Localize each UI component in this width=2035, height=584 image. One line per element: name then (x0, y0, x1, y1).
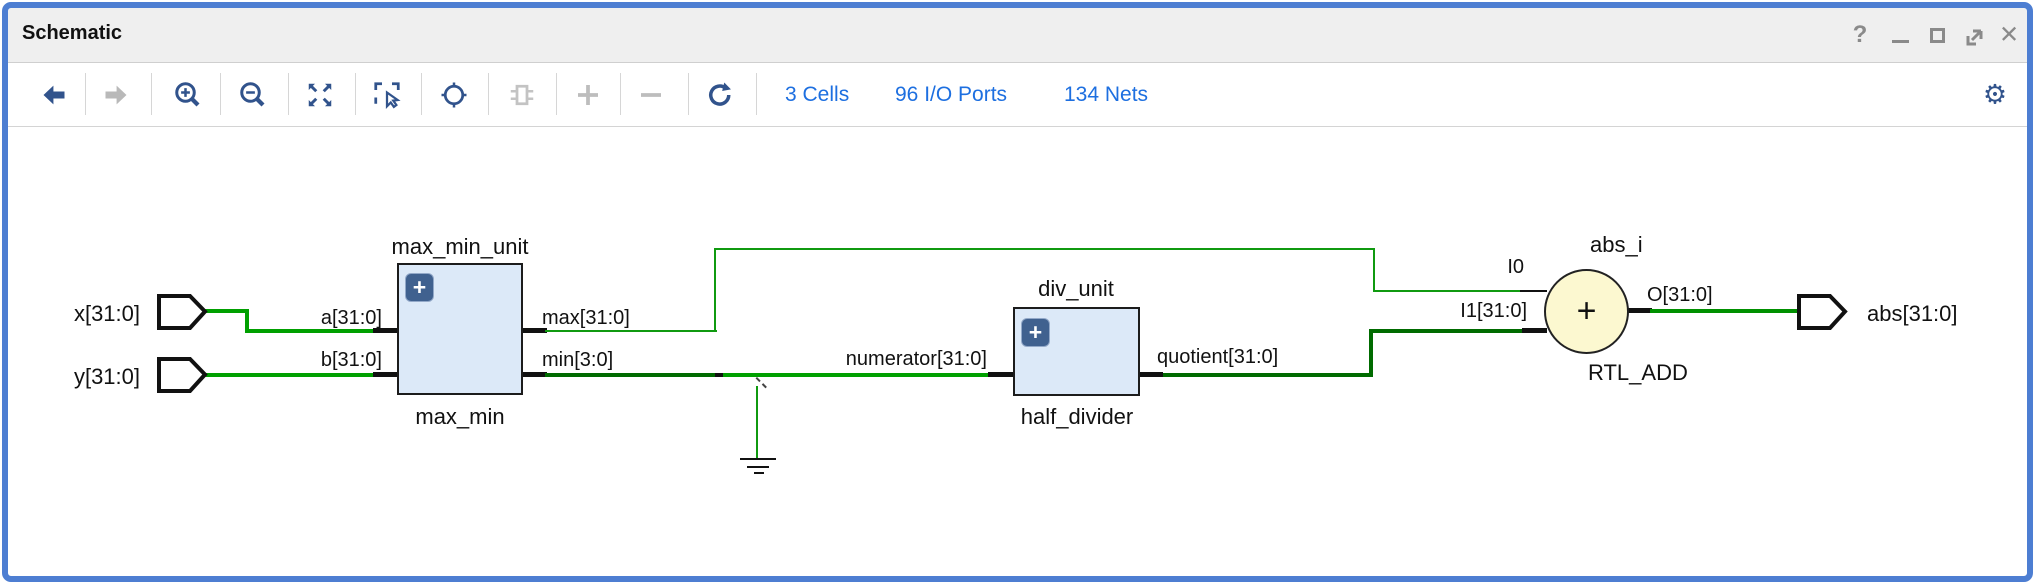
settings-gear-icon[interactable]: ⚙ (1983, 81, 2007, 108)
net-max-to-i0[interactable] (1373, 290, 1521, 292)
pin-label-numerator: numerator[31:0] (815, 348, 987, 371)
net-max-to-i0[interactable] (714, 248, 1375, 250)
input-port-y[interactable] (157, 357, 208, 393)
window-title: Schematic (22, 22, 122, 45)
toolbar-separator (85, 73, 86, 115)
input-port-x[interactable] (157, 294, 208, 330)
ground-icon (740, 458, 776, 460)
pin-label-i1: I1[31:0] (1427, 300, 1527, 323)
net-quotient-to-i1[interactable] (1369, 329, 1373, 377)
zoom-fit-icon[interactable] (303, 78, 337, 112)
toolbar-separator (556, 73, 557, 115)
toolbar-separator (151, 73, 152, 115)
net-y-to-b[interactable] (203, 373, 375, 377)
net-max-to-i0[interactable] (545, 330, 717, 332)
close-icon[interactable]: ✕ (1999, 21, 2019, 50)
nets-link[interactable]: 134 Nets (1064, 83, 1148, 107)
toolbar-separator (688, 73, 689, 115)
net-quotient-to-i1[interactable] (1369, 329, 1522, 333)
net-x-to-a[interactable] (203, 309, 249, 313)
add-to-schematic-icon[interactable] (571, 78, 605, 112)
toolbar-separator (220, 73, 221, 115)
pin-label-a: a[31:0] (282, 307, 382, 330)
net-quotient-to-i1[interactable] (1163, 373, 1373, 377)
pin-label-min: min[3:0] (542, 349, 613, 372)
forward-icon[interactable] (99, 78, 133, 112)
remove-from-schematic-icon[interactable] (634, 78, 668, 112)
zoom-in-icon[interactable] (171, 78, 205, 112)
io-ports-link[interactable]: 96 I/O Ports (895, 83, 1007, 107)
title-bar: Schematic ? ✕ (8, 8, 2027, 63)
zoom-out-icon[interactable] (236, 78, 270, 112)
cell-instance-label: abs_i (1590, 232, 1643, 258)
net-o-to-abs[interactable] (1650, 309, 1798, 313)
toolbar-separator (288, 73, 289, 115)
block-instance-label: half_divider (957, 404, 1197, 430)
ground-icon (747, 466, 769, 468)
autofit-selection-icon[interactable] (437, 78, 471, 112)
toolbar-separator (355, 73, 356, 115)
pin-stub-i1[interactable] (1522, 328, 1547, 333)
toolbar: 3 Cells 96 I/O Ports 134 Nets ⚙ (8, 63, 2027, 127)
pin-label-i0: I0 (1460, 256, 1524, 279)
back-icon[interactable] (37, 78, 71, 112)
zoom-selection-icon[interactable] (370, 78, 404, 112)
toolbar-separator (488, 73, 489, 115)
toolbar-separator (756, 73, 757, 115)
expand-cone-icon[interactable] (505, 78, 539, 112)
pin-label-b: b[31:0] (282, 349, 382, 372)
schematic-window: Schematic ? ✕ (0, 0, 2035, 584)
pin-label-o: O[31:0] (1647, 284, 1713, 307)
pin-stub-o[interactable] (1628, 308, 1652, 313)
pin-label-max: max[31:0] (542, 307, 630, 330)
port-label-x: x[31:0] (40, 301, 140, 327)
net-ground[interactable] (756, 386, 758, 460)
net-max-to-i0[interactable] (714, 249, 716, 332)
block-type-label: div_unit (956, 276, 1196, 302)
cell-rtl-add[interactable]: + (1544, 269, 1629, 354)
port-label-abs: abs[31:0] (1867, 301, 1958, 327)
port-label-y: y[31:0] (40, 364, 140, 390)
net-min-to-numerator[interactable] (723, 373, 990, 377)
block-instance-label: max_min (340, 404, 580, 430)
adder-operator: + (1577, 292, 1597, 331)
pin-stub-i0[interactable] (1520, 290, 1547, 292)
block-type-label: max_min_unit (340, 234, 580, 260)
expand-block-button[interactable]: + (405, 273, 434, 302)
cell-type-label: RTL_ADD (1588, 360, 1688, 386)
maximize-icon[interactable] (1930, 28, 1945, 43)
net-max-to-i0[interactable] (1373, 248, 1375, 292)
float-window-icon[interactable] (1964, 26, 1986, 48)
regenerate-icon[interactable] (703, 78, 737, 112)
pin-label-quotient: quotient[31:0] (1157, 346, 1278, 369)
output-port-abs[interactable] (1797, 294, 1848, 330)
net-min-to-numerator[interactable] (545, 373, 717, 377)
toolbar-separator (421, 73, 422, 115)
ground-icon (754, 472, 764, 474)
minimize-icon[interactable] (1892, 40, 1909, 43)
cells-link[interactable]: 3 Cells (785, 83, 849, 107)
toolbar-separator (620, 73, 621, 115)
help-icon[interactable]: ? (1853, 21, 1868, 49)
expand-block-button[interactable]: + (1021, 318, 1050, 347)
